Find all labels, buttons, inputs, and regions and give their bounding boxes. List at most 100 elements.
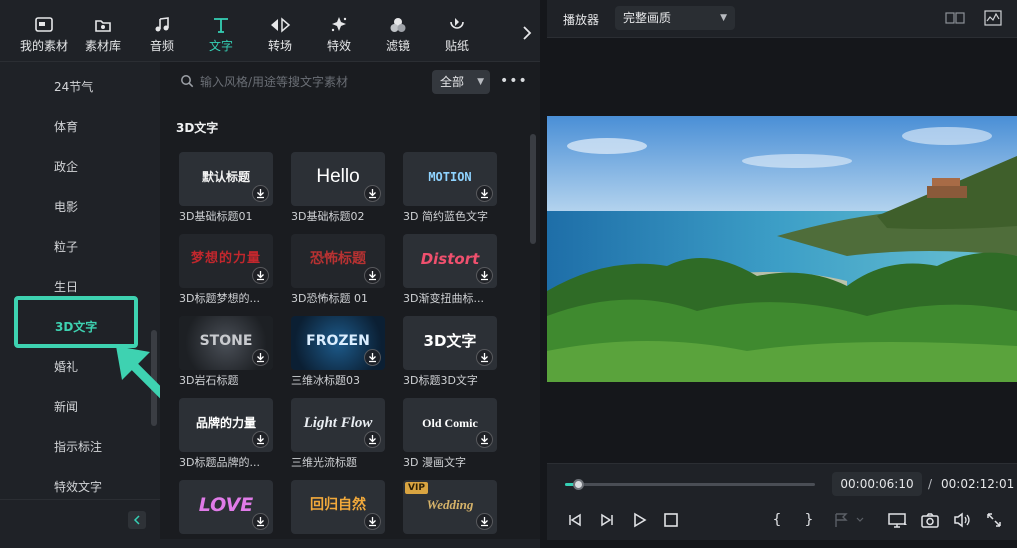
download-icon[interactable] [252,431,269,448]
stop-icon [664,513,678,527]
template-card[interactable]: Light Flow [291,398,385,452]
category-item[interactable]: 电影 [54,198,78,215]
download-icon[interactable] [476,513,493,530]
download-icon[interactable] [364,185,381,202]
chevron-left-icon [133,515,140,525]
filter-dropdown[interactable]: 全部 ▼ [432,70,490,94]
tab-effects[interactable]: 特效 [309,14,369,60]
snapshot-button[interactable] [920,510,940,530]
template-card[interactable]: 回归自然 [291,480,385,534]
collapse-sidebar-button[interactable] [128,511,146,529]
category-item-selected[interactable]: 3D文字 [55,318,97,335]
quality-value: 完整画质 [623,11,672,25]
display-settings-button[interactable] [887,510,907,530]
tab-label: 特效 [326,39,351,53]
tab-my-media[interactable]: 我的素材 [14,14,74,60]
download-icon[interactable] [476,185,493,202]
template-card[interactable]: 默认标题 [179,152,273,206]
template-card[interactable]: Hello [291,152,385,206]
mark-in-button[interactable]: { [767,510,787,530]
progress-bar[interactable] [565,479,815,490]
tab-label: 素材库 [84,39,121,53]
compare-view-icon[interactable] [945,11,965,25]
tab-transitions[interactable]: 转场 [250,14,310,60]
fullscreen-button[interactable] [984,510,1004,530]
speaker-icon [954,512,970,528]
progress-handle[interactable] [572,479,584,490]
category-item[interactable]: 新闻 [54,398,78,415]
tab-stickers[interactable]: 贴纸 [427,14,487,60]
template-card[interactable]: MOTION [403,152,497,206]
top-toolbar: 我的素材 素材库 音频 文字 转场 特效 滤镜 贴纸 [0,0,540,62]
expand-icon [987,513,1001,527]
waveform-scope-icon[interactable] [984,10,1002,26]
mark-out-button[interactable]: } [799,510,819,530]
tab-label: 文字 [208,39,233,53]
content-scrollbar[interactable] [530,134,536,244]
template-name: 三维光流标题 [291,456,357,469]
category-item[interactable]: 体育 [54,118,78,135]
tab-audio[interactable]: 音频 [132,14,192,60]
category-item[interactable]: 特效文字 [54,478,102,495]
category-item[interactable]: 政企 [54,158,78,175]
tab-filters[interactable]: 滤镜 [368,14,428,60]
download-icon[interactable] [252,513,269,530]
category-item[interactable]: 生日 [54,278,78,295]
template-name: 3D标题品牌的... [179,456,260,469]
template-card[interactable]: FROZEN [291,316,385,370]
download-icon[interactable] [252,267,269,284]
template-name: 3D岩石标题 [179,374,239,387]
tab-stock-media[interactable]: 素材库 [73,14,133,60]
download-icon[interactable] [364,513,381,530]
download-icon[interactable] [364,431,381,448]
template-name: 3D基础标题02 [291,210,365,223]
stop-button[interactable] [661,510,681,530]
volume-button[interactable] [952,510,972,530]
tab-label: 转场 [267,39,292,53]
transition-icon [271,17,291,33]
player-panel: 播放器 完整画质 ▼ 00:00:06:10 / 00:02:12:01 {} [547,0,1017,540]
template-card[interactable]: 恐怖标题 [291,234,385,288]
tab-label: 音频 [149,39,174,53]
category-footer [0,499,160,539]
marker-button[interactable] [831,510,864,530]
more-options-button[interactable]: ••• [500,74,527,90]
search-input[interactable] [200,72,370,92]
template-card[interactable]: 3D文字 [403,316,497,370]
play-button[interactable] [629,510,649,530]
quality-dropdown[interactable]: 完整画质 ▼ [615,6,735,30]
tab-label: 滤镜 [385,39,410,53]
template-card[interactable]: Distort [403,234,497,288]
download-icon[interactable] [476,431,493,448]
download-icon[interactable] [252,349,269,366]
category-item[interactable]: 婚礼 [54,358,78,375]
download-icon[interactable] [252,185,269,202]
category-item[interactable]: 粒子 [54,238,78,255]
download-icon[interactable] [364,349,381,366]
stock-media-icon [95,20,111,32]
template-name: 3D恐怖标题 01 [291,292,368,305]
download-icon[interactable] [476,267,493,284]
tab-label: 贴纸 [444,39,469,53]
template-card[interactable]: LOVE [179,480,273,534]
next-frame-button[interactable] [597,510,617,530]
template-card[interactable]: STONE [179,316,273,370]
template-card[interactable]: 品牌的力量 [179,398,273,452]
template-card[interactable]: Old Comic [403,398,497,452]
category-sidebar: 24节气 体育 政企 电影 粒子 生日 婚礼 新闻 指示标注 特效文字 [0,62,160,499]
video-preview-area[interactable] [547,38,1017,463]
template-card[interactable]: VIP Wedding [403,480,497,534]
tab-text[interactable]: 文字 [191,14,251,60]
template-name: 3D渐变扭曲标... [403,292,484,305]
category-item[interactable]: 24节气 [54,78,93,95]
tab-label: 我的素材 [19,39,68,53]
template-card[interactable]: 梦想的力量 [179,234,273,288]
current-time[interactable]: 00:00:06:10 [832,472,922,496]
category-item[interactable]: 指示标注 [54,438,102,455]
download-icon[interactable] [476,349,493,366]
toolbar-more-button[interactable] [520,24,534,42]
effects-sparkle-icon [331,17,347,32]
previous-frame-button[interactable] [565,510,585,530]
download-icon[interactable] [364,267,381,284]
time-separator: / [928,477,933,491]
